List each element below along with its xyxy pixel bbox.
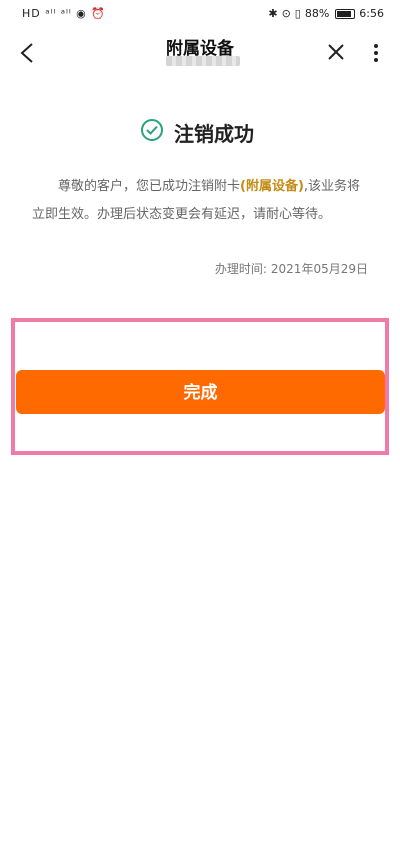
- status-bar: HD ᵃˡˡ ᵃˡˡ ◉ ⏰ ✱ ⊙ ▯ 88% 6:56: [0, 0, 400, 30]
- time-value: 2021年05月29日: [270, 262, 368, 276]
- more-vertical-icon: [374, 44, 378, 62]
- battery-icon: [335, 8, 356, 19]
- close-button[interactable]: [326, 42, 346, 62]
- bluetooth-icon: ✱: [268, 7, 278, 20]
- done-button[interactable]: 完成: [16, 370, 385, 414]
- vibrate-icon: ▯: [294, 7, 301, 20]
- status-time: 6:56: [359, 7, 384, 20]
- success-check-icon: [141, 119, 163, 141]
- battery-percent: 88%: [304, 7, 330, 20]
- message-part-1: 尊敬的客户，您已成功注销附卡: [58, 179, 241, 194]
- navigation-bar: 附属设备: [0, 30, 400, 80]
- result-title: 注销成功: [174, 122, 254, 146]
- blurred-subtitle: [166, 56, 240, 66]
- success-message: 尊敬的客户，您已成功注销附卡(附属设备),该业务将立即生效。办理后状态变更会有延…: [32, 173, 372, 229]
- more-button[interactable]: [368, 42, 384, 64]
- close-icon: [328, 44, 344, 60]
- result-header: 注销成功: [0, 112, 400, 152]
- status-left-indicators: HD ᵃˡˡ ᵃˡˡ ◉ ⏰: [22, 7, 106, 20]
- location-icon: ⊙: [281, 7, 291, 20]
- message-highlight: (附属设备): [240, 179, 304, 194]
- processing-time: 办理时间: 2021年05月29日: [211, 260, 368, 277]
- status-right-indicators: ✱ ⊙ ▯ 88% 6:56: [268, 7, 384, 20]
- time-label: 办理时间:: [214, 262, 267, 276]
